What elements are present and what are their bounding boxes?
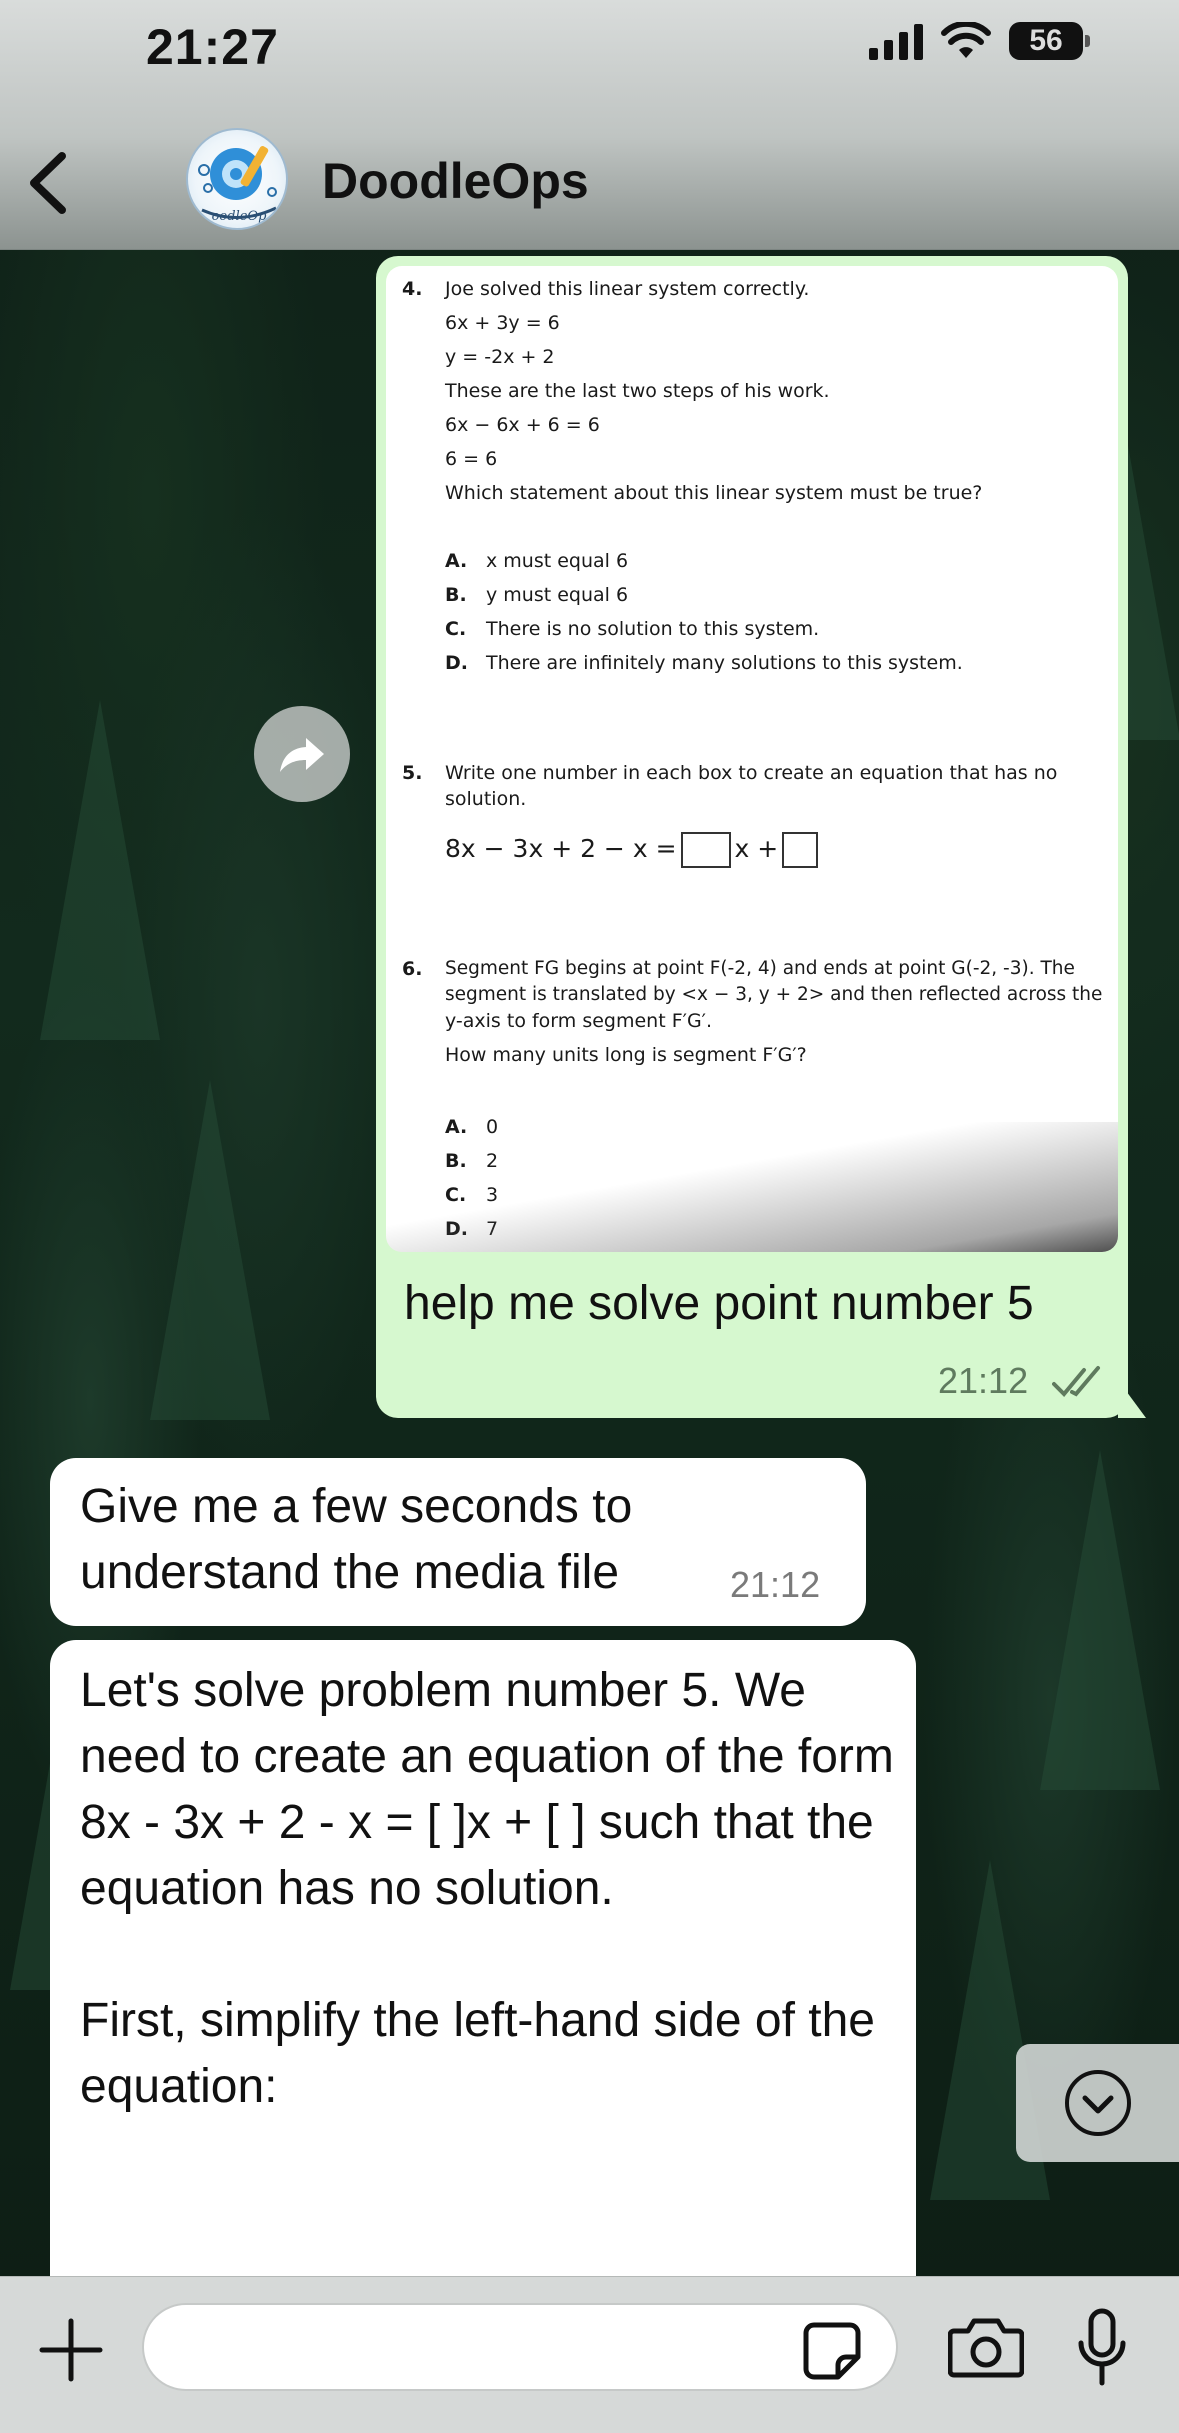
equation-with-boxes: 8x − 3x + 2 − x = x + [445,832,822,868]
question-text: These are the last two steps of his work… [445,380,830,402]
chevron-down-circle-icon [1064,2070,1131,2136]
svg-text:oodleOp: oodleOp [212,209,267,224]
equation-left: 8x − 3x + 2 − x = [445,834,677,863]
incoming-message-text: Give me a few seconds to understand the … [80,1480,633,1599]
option-text: y must equal 6 [486,584,629,606]
sticker-icon[interactable] [802,2321,862,2381]
read-ticks-icon [1052,1366,1100,1397]
equation-line: 6 = 6 [445,448,498,470]
status-icons: 56 [869,22,1090,60]
option-letter: D. [445,652,468,674]
status-clock: 21:27 [146,19,279,75]
worksheet-image[interactable]: 4. Joe solved this linear system correct… [386,266,1118,1252]
battery-icon: 56 [1009,22,1090,60]
plus-icon[interactable] [38,2317,104,2383]
question-text: y-axis to form segment F′G′. [445,1010,713,1032]
message-input[interactable] [142,2303,898,2391]
question-text: Write one number in each box to create a… [445,762,1058,784]
message-composer [0,2276,1179,2433]
doodleops-logo-icon: oodleOp [198,146,277,224]
wallpaper-tree [1040,1450,1160,1790]
wallpaper-tree [40,700,160,1040]
question-text: Segment FG begins at point F(-2, 4) and … [445,958,1075,979]
option-letter: A. [445,550,468,572]
option-text: There is no solution to this system. [486,618,820,640]
question-text: How many units long is segment F′G′? [445,1044,807,1066]
microphone-icon[interactable] [1076,2307,1128,2389]
contact-avatar[interactable]: oodleOp [186,128,288,230]
wallpaper-tree [150,1080,270,1420]
contact-name[interactable]: DoodleOps [322,152,589,210]
forward-button[interactable] [254,706,350,802]
question-number: 6. [402,958,423,980]
wifi-icon [941,22,991,58]
scroll-to-bottom-button[interactable] [1016,2044,1179,2162]
back-button[interactable] [22,150,72,216]
question-text: Joe solved this linear system correctly. [445,278,810,300]
equation-middle: x + [734,834,779,863]
question-number: 5. [402,762,423,784]
camera-icon[interactable] [948,2313,1024,2379]
incoming-message-text: Let's solve problem number 5. We need to… [80,1664,894,2113]
equation-line: y = -2x + 2 [445,346,555,368]
share-arrow-icon [280,738,324,772]
outgoing-message-text: help me solve point number 5 [404,1277,1034,1330]
question-number: 4. [402,278,423,300]
question-text: solution. [445,788,527,810]
equation-line: 6x − 6x + 6 = 6 [445,414,600,436]
message-time: 21:12 [730,1564,821,1605]
option-letter: B. [445,584,467,606]
incoming-message-bubble[interactable]: Give me a few seconds to understand the … [50,1458,866,1626]
cellular-signal-icon [869,22,923,60]
option-text: x must equal 6 [486,550,629,572]
option-text: There are infinitely many solutions to t… [486,652,963,674]
option-letter: C. [445,618,467,640]
question-text: segment is translated by <x − 3, y + 2> … [445,984,1103,1005]
image-shadow [386,1122,1118,1252]
chat-header: 21:27 56 oodleOp DoodleOps [0,0,1179,250]
answer-box [680,832,731,868]
message-time: 21:12 [938,1360,1029,1401]
question-text: Which statement about this linear system… [445,482,983,504]
answer-box [782,832,819,868]
equation-line: 6x + 3y = 6 [445,312,560,334]
